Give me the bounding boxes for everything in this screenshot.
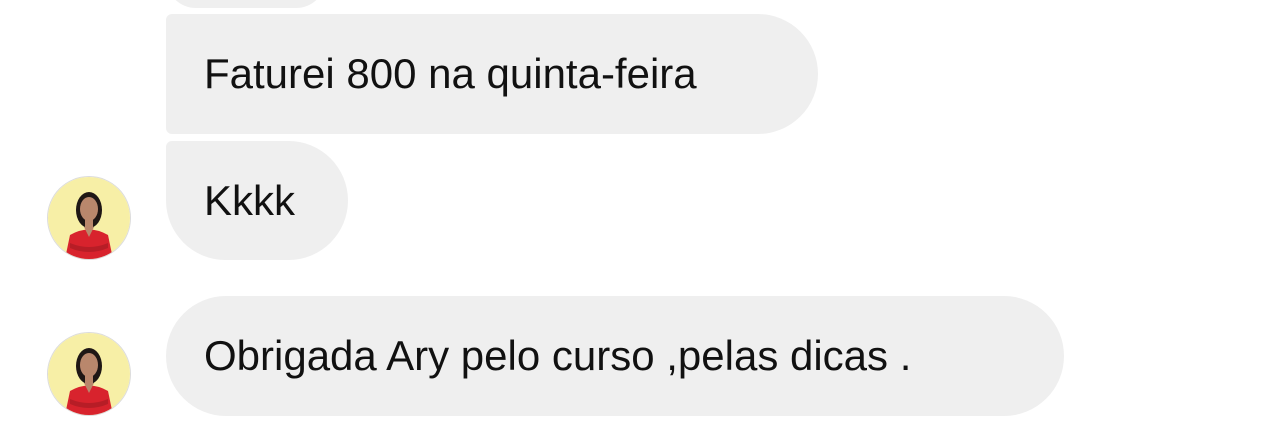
sender-avatar[interactable] <box>48 177 130 259</box>
message-bubble[interactable]: Obrigada Ary pelo curso ,pelas dicas . <box>166 296 1064 416</box>
message-bubble[interactable]: Faturei 800 na quinta-feira <box>166 14 818 134</box>
previous-message-bubble-fragment <box>166 0 326 8</box>
sender-avatar[interactable] <box>48 333 130 415</box>
message-text: Faturei 800 na quinta-feira <box>204 50 697 97</box>
message-text: Kkkk <box>204 176 296 224</box>
avatar-icon <box>48 177 130 259</box>
avatar-icon <box>48 333 130 415</box>
message-text: Obrigada Ary pelo curso ,pelas dicas . <box>204 332 912 379</box>
message-bubble[interactable]: Kkkk <box>166 141 348 260</box>
